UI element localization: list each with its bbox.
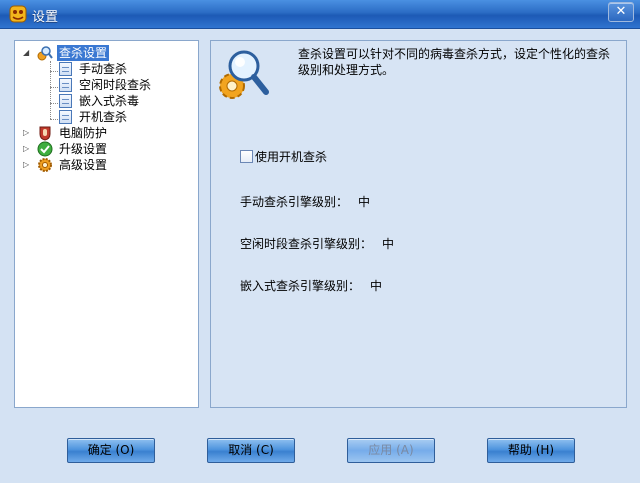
manual-scan-level-label: 手动查杀引擎级别：	[240, 195, 349, 209]
green-check-icon	[37, 141, 53, 157]
tree-item-label: 手动查杀	[79, 62, 128, 76]
tree-item-label: 电脑防护	[59, 126, 108, 140]
tree-item-update-settings[interactable]: ▷ 升级设置	[15, 141, 195, 157]
embedded-scan-level-value[interactable]: 中	[370, 277, 382, 294]
tree-item-advanced-settings[interactable]: ▷ 高级设置	[15, 157, 195, 173]
tree-item-label: 高级设置	[59, 158, 108, 172]
tree-item-embedded-scan[interactable]: 嵌入式杀毒	[15, 93, 195, 109]
tree-item-idle-scan[interactable]: 空闲时段查杀	[15, 77, 195, 93]
embedded-scan-level-label: 嵌入式查杀引擎级别：	[240, 279, 361, 293]
settings-detail-panel	[210, 40, 627, 408]
collapse-arrow-icon[interactable]: ◢	[23, 48, 32, 57]
tree-item-manual-scan[interactable]: 手动查杀	[15, 61, 195, 77]
apply-button[interactable]: 应用 (A)	[347, 438, 435, 463]
close-button[interactable]: ✕	[608, 2, 634, 22]
startup-scan-label[interactable]: 使用开机查杀	[255, 148, 327, 165]
document-icon	[59, 62, 72, 76]
cancel-button[interactable]: 取消 (C)	[207, 438, 295, 463]
magnifier-gear-icon	[219, 50, 269, 99]
window-title: 设置	[32, 10, 59, 25]
tree-item-label: 开机查杀	[79, 110, 128, 124]
startup-scan-checkbox[interactable]	[240, 150, 253, 163]
expand-arrow-icon[interactable]: ▷	[23, 144, 32, 153]
tree-item-scan-settings[interactable]: ◢ 查杀设置	[15, 45, 195, 61]
idle-scan-level-label: 空闲时段查杀引擎级别：	[240, 237, 373, 251]
shield-glove-icon	[39, 126, 51, 141]
expand-arrow-icon[interactable]: ▷	[23, 160, 32, 169]
close-icon: ✕	[615, 4, 627, 19]
app-logo-icon	[9, 5, 27, 23]
document-icon	[59, 94, 72, 108]
tree-item-label: 升级设置	[59, 142, 108, 156]
document-icon	[59, 78, 72, 92]
panel-description: 查杀设置可以针对不同的病毒查杀方式，设定个性化的查杀级别和处理方式。	[298, 47, 611, 77]
document-icon	[59, 110, 72, 124]
tree-item-label: 空闲时段查杀	[79, 78, 152, 92]
settings-tree: ◢ 查杀设置 手动查杀 空闲时段查杀 嵌入式杀毒 开机查杀 ▷ 电脑防护 ▷ 升…	[14, 40, 199, 408]
tree-item-label: 查杀设置	[57, 45, 110, 61]
tree-item-boot-scan[interactable]: 开机查杀	[15, 109, 195, 125]
expand-arrow-icon[interactable]: ▷	[23, 128, 32, 137]
ok-button[interactable]: 确定 (O)	[67, 438, 155, 463]
idle-scan-level-value[interactable]: 中	[382, 235, 394, 252]
tree-item-pc-protection[interactable]: ▷ 电脑防护	[15, 125, 195, 141]
help-button[interactable]: 帮助 (H)	[487, 438, 575, 463]
manual-scan-level-value[interactable]: 中	[358, 193, 370, 210]
magnifier-gear-icon	[37, 46, 53, 61]
tree-item-label: 嵌入式杀毒	[79, 94, 140, 108]
gear-icon	[38, 158, 52, 172]
title-bar: 设置 ✕	[0, 0, 640, 29]
